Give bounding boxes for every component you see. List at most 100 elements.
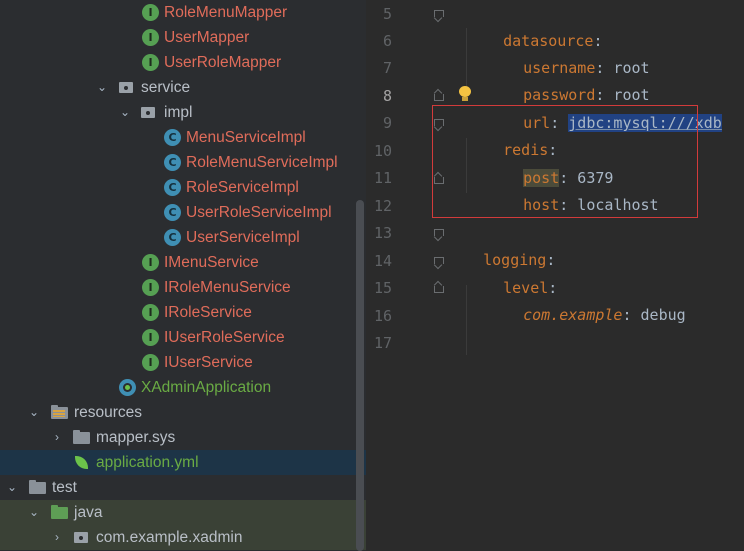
fold-icon[interactable]	[434, 257, 444, 267]
tree-item-label: IUserService	[164, 354, 253, 371]
spring-app-icon	[119, 379, 136, 396]
chevron-down-icon[interactable]: ⌄	[118, 100, 132, 125]
line-number: 16	[373, 307, 392, 325]
line-number: 6	[382, 32, 392, 50]
folder-icon	[73, 429, 90, 446]
chevron-down-icon[interactable]: ⌄	[5, 475, 19, 500]
code-line-14: level:	[467, 248, 557, 297]
tree-scrollbar[interactable]	[356, 200, 364, 551]
interface-icon: I	[142, 54, 159, 71]
tree-item-label: RoleServiceImpl	[186, 179, 299, 196]
line-number: 17	[373, 334, 392, 352]
tree-item-label: UserServiceImpl	[186, 229, 300, 246]
line-number: 5	[382, 5, 392, 23]
tree-item-label: UserRoleServiceImpl	[186, 204, 332, 221]
tree-item-label: UserMapper	[164, 29, 250, 46]
line-number: 7	[382, 59, 392, 77]
line-number: 13	[373, 224, 392, 242]
line-number: 12	[373, 197, 392, 215]
class-icon: C	[164, 179, 181, 196]
tree-item-label: java	[74, 504, 103, 521]
tree-item-iroleservice[interactable]: I IRoleService	[0, 300, 366, 325]
fold-icon[interactable]	[434, 90, 444, 101]
code-line-7: password: root	[487, 55, 649, 104]
tree-item-userrolemapper[interactable]: I UserRoleMapper	[0, 50, 366, 75]
tree-item-java[interactable]: ⌄ java	[0, 500, 366, 525]
interface-icon: I	[142, 354, 159, 371]
class-icon: C	[164, 129, 181, 146]
interface-icon: I	[142, 4, 159, 21]
code-line-15: com.example: debug	[487, 275, 686, 324]
line-number: 11	[373, 169, 392, 187]
fold-icon[interactable]	[434, 229, 444, 239]
class-icon: C	[164, 229, 181, 246]
tree-item-resources[interactable]: ⌄ resources	[0, 400, 366, 425]
tree-item-label: RoleMenuMapper	[164, 4, 288, 21]
tree-item-label: MenuServiceImpl	[186, 129, 306, 146]
yaml-sep: :	[622, 306, 632, 324]
tree-item-rolemenumapper[interactable]: I RoleMenuMapper	[0, 0, 366, 25]
tree-item-iuserroleservice[interactable]: I IUserRoleService	[0, 325, 366, 350]
tree-item-label: service	[141, 79, 191, 96]
package-icon	[140, 104, 157, 121]
lightbulb-icon[interactable]	[458, 86, 472, 102]
tree-item-label: IMenuService	[164, 254, 259, 271]
annotation-box	[432, 105, 698, 218]
tree-item-userroleserviceimpl[interactable]: C UserRoleServiceImpl	[0, 200, 366, 225]
fold-icon[interactable]	[434, 282, 444, 293]
tree-item-label: RoleMenuServiceImpl	[186, 154, 338, 171]
tree-item-service[interactable]: ⌄ service	[0, 75, 366, 100]
tree-item-test[interactable]: ⌄ test	[0, 475, 366, 500]
interface-icon: I	[142, 279, 159, 296]
code-line-5: datasource:	[467, 1, 602, 50]
class-icon: C	[164, 204, 181, 221]
tree-item-mapper-sys[interactable]: › mapper.sys	[0, 425, 366, 450]
package-icon	[73, 529, 90, 546]
tree-item-label: UserRoleMapper	[164, 54, 282, 71]
tree-item-iuserservice[interactable]: I IUserService	[0, 350, 366, 375]
yaml-value: debug	[631, 306, 686, 324]
tree-item-imenuservice[interactable]: I IMenuService	[0, 250, 366, 275]
tree-item-menuserviceimpl[interactable]: C MenuServiceImpl	[0, 125, 366, 150]
tree-item-label: IUserRoleService	[164, 329, 285, 346]
tree-item-label: com.example.xadmin	[96, 529, 243, 546]
chevron-down-icon[interactable]: ⌄	[27, 500, 41, 525]
line-number: 9	[382, 114, 392, 132]
interface-icon: I	[142, 304, 159, 321]
chevron-down-icon[interactable]: ⌄	[27, 400, 41, 425]
tree-item-label: application.yml	[96, 454, 199, 471]
tree-item-irolemenuservice[interactable]: I IRoleMenuService	[0, 275, 366, 300]
line-number-current: 8	[382, 87, 392, 105]
chevron-right-icon[interactable]: ›	[50, 425, 64, 450]
tree-item-label: test	[52, 479, 77, 496]
tree-item-xadminapplication[interactable]: XAdminApplication	[0, 375, 366, 400]
spring-config-icon	[73, 454, 90, 471]
tree-item-com-example-xadmin[interactable]: › com.example.xadmin	[0, 525, 366, 550]
tree-item-roleserviceimpl[interactable]: C RoleServiceImpl	[0, 175, 366, 200]
tree-item-application-yml[interactable]: application.yml	[0, 450, 366, 475]
chevron-right-icon[interactable]: ›	[50, 525, 64, 550]
tree-item-rolemenuserviceimpl[interactable]: C RoleMenuServiceImpl	[0, 150, 366, 175]
test-folder-icon	[51, 504, 68, 521]
tree-item-label: IRoleService	[164, 304, 252, 321]
tree-item-usermapper[interactable]: I UserMapper	[0, 25, 366, 50]
tree-item-label: mapper.sys	[96, 429, 176, 446]
interface-icon: I	[142, 29, 159, 46]
line-number: 14	[373, 252, 392, 270]
interface-icon: I	[142, 254, 159, 271]
code-line-6: username: root	[487, 28, 649, 77]
project-tree: I RoleMenuMapper I UserMapper I UserRole…	[0, 0, 366, 551]
tree-item-label: resources	[74, 404, 143, 421]
class-icon: C	[164, 154, 181, 171]
tree-item-label: IRoleMenuService	[164, 279, 291, 296]
package-icon	[118, 79, 135, 96]
line-number: 10	[373, 142, 392, 160]
chevron-down-icon[interactable]: ⌄	[95, 75, 109, 100]
yaml-editor[interactable]: 5 6 7 8 9 10 11 12 13 14 15 16 17 dataso…	[366, 0, 744, 551]
tree-item-userserviceimpl[interactable]: C UserServiceImpl	[0, 225, 366, 250]
code-line-13: logging:	[447, 220, 555, 269]
folder-icon	[29, 479, 46, 496]
tree-item-label: XAdminApplication	[141, 379, 272, 396]
tree-item-impl[interactable]: ⌄ impl	[0, 100, 366, 125]
fold-icon[interactable]	[434, 10, 444, 20]
